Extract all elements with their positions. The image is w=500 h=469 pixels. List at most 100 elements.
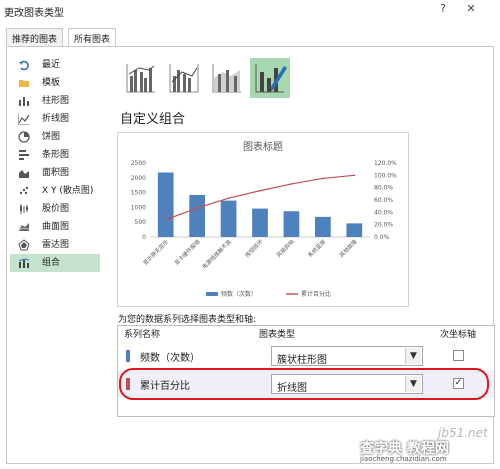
sidebar-item-label: X Y (散点图) [42,186,94,196]
stacked-area-column-icon [212,64,241,93]
watermark-url: jiaocheng.chazidian.com [360,455,447,463]
highlight-ellipse [119,368,489,400]
help-button[interactable]: ? [436,2,450,18]
sidebar-item-label: 最近 [42,60,61,70]
y-tick-label: 1000 [131,204,146,211]
y-tick-label: 2500 [131,160,146,167]
sidebar-item-label: 组合 [42,258,61,268]
subtype-clustered-column-line-secondary[interactable] [164,58,204,98]
pie-chart-icon [18,131,30,143]
bar-chart-icon [19,150,29,160]
x-tick-label: 显卡硬件报错 [173,237,202,266]
sidebar-item-surface[interactable]: 曲面图 [10,218,100,236]
sidebar-item-label: 折线图 [42,114,70,124]
dropdown-arrow-icon[interactable]: ▼ [405,348,421,364]
x-tick-label: 按钮损坏 [243,237,265,259]
x-tick-label: 系统蓝屏 [306,237,328,259]
bar [189,194,205,237]
subtype-stacked-area-column[interactable] [207,58,247,98]
radar-chart-icon [18,239,30,251]
y-tick-label: 1500 [131,190,146,197]
close-button[interactable]: ✕ [464,2,478,18]
sidebar-item-label: 雷达图 [42,240,70,250]
header-secondary-axis: 次坐标轴 [440,330,477,340]
sidebar-item-label: 条形图 [42,150,70,160]
x-tick-label: 电源线接触不良 [200,237,233,270]
sidebar-item-label: 模板 [42,78,61,88]
y2-tick-label: 40.0% [374,209,393,216]
y2-tick-label: 0.0% [374,234,390,241]
header-chart-type: 图表类型 [259,330,296,340]
header-series-name: 系列名称 [124,330,161,340]
sidebar-item-recent[interactable]: 最近 [10,56,100,74]
sidebar-item-templates[interactable]: 模板 [10,74,100,92]
x-tick-label: 显示屏无显示 [142,238,171,267]
line-point [290,183,293,185]
sidebar-item-label: 曲面图 [42,222,70,232]
y-tick-label: 0 [142,234,146,241]
line-point [259,189,261,192]
section-heading: 自定义组合 [120,112,186,127]
line-point [196,207,199,209]
bar [157,172,174,237]
line-point [164,218,167,221]
legend-label-bars: 频数（次数） [221,290,257,298]
line-point [353,174,356,177]
series-name: 频数（次数） [140,353,200,364]
custom-combination-icon [255,64,287,93]
sidebar-item-stock[interactable]: 股价图 [10,200,100,218]
sidebar-item-label: 面积图 [42,168,70,178]
series-row-frequency: 频数（次数） 簇状柱形图 ▼ [118,342,494,370]
surface-chart-icon [18,223,30,231]
y2-tick-label: 60.0% [374,197,393,204]
sidebar-item-column[interactable]: 柱形图 [10,92,100,110]
sidebar-item-area[interactable]: 面积图 [10,164,100,182]
sidebar-item-scatter[interactable]: X Y (散点图) [10,182,100,200]
y2-tick-label: 100.0% [374,172,397,179]
secondary-axis-checkbox[interactable] [453,350,464,361]
bar [220,200,237,237]
sidebar-item-label: 股价图 [42,204,70,214]
series-instruction: 为您的数据系列选择图表类型和轴: [118,315,257,325]
chart-type-value: 簇状柱形图 [277,355,327,366]
line-chart-icon [18,113,30,125]
sidebar-item-bar[interactable]: 条形图 [10,146,100,164]
y-tick-label: 2000 [131,175,146,182]
legend-swatch-bars [206,292,218,296]
bar [252,208,268,237]
chart-title: 图表标题 [243,140,283,153]
scatter-chart-icon [19,186,29,195]
column-chart-icon [19,97,29,106]
x-tick-label: 风扇异响 [275,237,297,259]
subtype-custom-combination[interactable] [250,58,290,98]
combo-chart: 图表标题 0 500 1000 1500 2000 2500 0.0% 20.0% 40.0% 60… [131,140,397,298]
sidebar-item-label: 饼图 [42,132,61,142]
subtype-clustered-column-line[interactable] [121,58,161,98]
bar [283,211,300,237]
combo-chart-icon [18,258,30,268]
sidebar-item-radar[interactable]: 雷达图 [10,236,100,254]
sidebar-item-combo[interactable]: 组合 [10,254,100,272]
folder-icon [19,80,29,87]
chart-preview: 图表标题 0 500 1000 1500 2000 2500 0.0% 20.0% 40.0% 60… [117,132,409,307]
tab-all-charts[interactable]: 所有图表 [68,28,117,47]
sidebar-item-line[interactable]: 折线图 [10,110,100,128]
dialog-title: 更改图表类型 [4,8,64,19]
bar [315,216,331,237]
y2-tick-label: 20.0% [374,222,393,229]
y-tick-label: 500 [135,219,147,226]
bar [346,223,363,237]
recent-icon [19,60,29,71]
y2-tick-label: 80.0% [374,185,393,192]
line-point [321,177,324,180]
tab-recommended[interactable]: 推荐的图表 [6,28,64,46]
chart-type-select[interactable]: 簇状柱形图 ▼ [271,346,423,366]
series-color-swatch [126,350,130,362]
stock-chart-icon [20,204,28,214]
line-point [227,197,230,200]
sidebar-item-pie[interactable]: 饼图 [10,128,100,146]
y2-tick-label: 120.0% [374,160,397,167]
area-chart-icon [19,170,29,178]
clustered-column-line-icon [126,64,155,93]
dialog-titlebar: 更改图表类型 ? ✕ [0,0,500,22]
